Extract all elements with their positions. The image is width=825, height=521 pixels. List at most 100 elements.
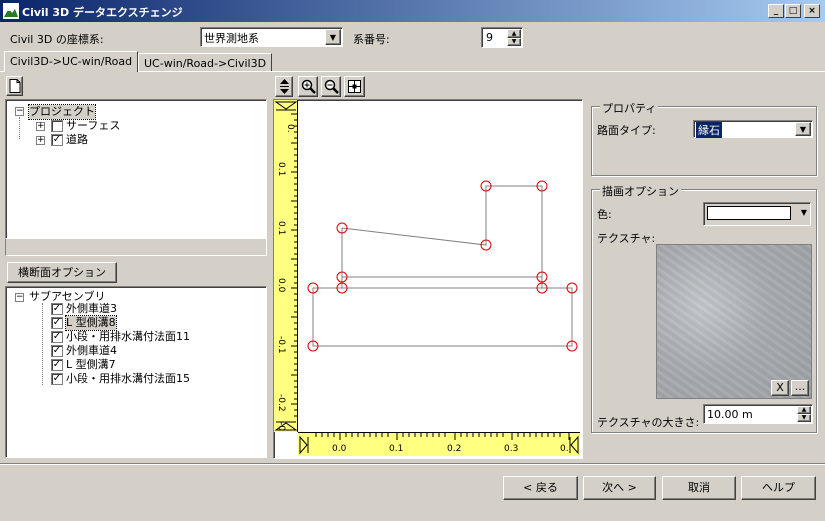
minimize-button[interactable]: _: [768, 4, 784, 18]
tree-item-subassembly[interactable]: 小段・用排水溝付法面11: [66, 330, 190, 344]
app-icon: [3, 3, 19, 19]
window-title: Civil 3D データエクスチェンジ: [22, 6, 183, 19]
help-button[interactable]: ヘルプ: [741, 476, 816, 500]
spin-down-icon[interactable]: ▼: [797, 414, 811, 422]
vertical-ruler-ticks: 0. 0.1 0.1 0.0 -0.1 -0.2 -0.3: [274, 101, 298, 432]
texture-pattern: [657, 245, 811, 398]
zone-number-value: 9: [486, 31, 493, 44]
chevron-down-icon[interactable]: ▼: [795, 122, 811, 136]
checkbox-subassembly[interactable]: ✓: [51, 303, 63, 315]
subassembly-outline: [341, 185, 543, 278]
texture-label: テクスチャ:: [597, 232, 656, 245]
zone-number-stepper[interactable]: 9 ▲ ▼: [481, 27, 523, 48]
tree-item-subassembly[interactable]: 外側車道4: [66, 344, 117, 358]
x-tick: 0.0: [332, 444, 347, 454]
tab-civil3d-to-ucwin[interactable]: Civil3D->UC-win/Road: [4, 51, 139, 72]
maximize-button[interactable]: □: [785, 4, 801, 18]
coord-system-value: 世界測地系: [204, 32, 259, 45]
surface-type-select[interactable]: 縁石 ▼: [693, 120, 813, 138]
checkbox-subassembly[interactable]: ✓: [51, 317, 63, 329]
chevron-down-icon[interactable]: ▼: [801, 208, 807, 217]
close-button[interactable]: ×: [804, 4, 820, 18]
texture-preview: X ...: [656, 244, 812, 399]
new-document-icon: [9, 79, 21, 93]
x-tick: 0.2: [447, 444, 461, 454]
x-tick: 0.3: [504, 444, 518, 454]
zoom-in-icon: [301, 79, 316, 94]
y-tick: 0.1: [276, 221, 286, 235]
color-picker[interactable]: ▼: [703, 202, 811, 226]
cross-section-options-button[interactable]: 横断面オプション: [7, 262, 117, 283]
checkbox-subassembly[interactable]: ✓: [51, 331, 63, 343]
coord-system-select[interactable]: 世界測地系 ▼: [200, 27, 343, 47]
spin-down-icon[interactable]: ▼: [507, 38, 521, 46]
y-tick: 0.1: [276, 162, 286, 176]
subassembly-tree[interactable]: − サブアセンブリ ✓ 外側車道3 ✓ L 型側溝8 ✓ 小段・用排水溝付法面1…: [5, 286, 267, 458]
x-tick: 0.1: [389, 444, 403, 454]
new-document-button[interactable]: [6, 76, 23, 96]
checkbox-surface[interactable]: [51, 120, 63, 132]
y-tick: -0.2: [276, 394, 286, 412]
cross-section-drawing[interactable]: [299, 100, 581, 432]
checkbox-subassembly[interactable]: ✓: [51, 345, 63, 357]
pan-vertical-button[interactable]: [275, 76, 293, 97]
checkbox-road[interactable]: ✓: [51, 134, 63, 146]
tree-item-road[interactable]: 道路: [66, 133, 88, 147]
tree-line: [42, 303, 43, 385]
section-viewer[interactable]: 0. 0.1 0.1 0.0 -0.1 -0.2 -0.3 0.0 0.1 0.…: [273, 99, 583, 459]
expand-icon[interactable]: +: [36, 122, 45, 131]
zoom-extents-button[interactable]: [344, 76, 365, 97]
collapse-icon[interactable]: −: [15, 293, 24, 302]
texture-size-label: テクスチャの大きさ:: [597, 416, 700, 429]
subassembly-outline: [312, 276, 573, 347]
horizontal-ruler: 0.0 0.1 0.2 0.3 0.: [298, 432, 580, 456]
tree-line: [19, 117, 20, 139]
browse-texture-button[interactable]: ...: [791, 380, 809, 396]
horizontal-ruler-ticks: 0.0 0.1 0.2 0.3 0.: [299, 433, 579, 455]
tree-root-project[interactable]: プロジェクト: [28, 104, 96, 120]
collapse-icon[interactable]: −: [15, 107, 24, 116]
vertical-arrows-icon: [280, 79, 289, 94]
tree-item-subassembly[interactable]: L 型側溝8: [65, 315, 117, 331]
vertical-ruler: 0. 0.1 0.1 0.0 -0.1 -0.2 -0.3: [274, 100, 298, 432]
drawing-options-group-title: 描画オプション: [600, 183, 681, 199]
y-tick: -0.3: [276, 422, 286, 432]
tab-ucwin-to-civil3d[interactable]: UC-win/Road->Civil3D: [138, 53, 273, 72]
spin-up-icon[interactable]: ▲: [797, 406, 811, 414]
project-tree[interactable]: − プロジェクト + サーフェス + ✓ 道路: [5, 99, 267, 239]
properties-group-title: プロパティ: [600, 100, 659, 116]
zoom-in-button[interactable]: [298, 76, 318, 97]
y-tick: -0.1: [276, 336, 286, 354]
expand-icon[interactable]: +: [36, 136, 45, 145]
spin-up-icon[interactable]: ▲: [507, 29, 521, 38]
color-swatch: [707, 206, 791, 220]
texture-size-stepper[interactable]: 10.00 m ▲ ▼: [703, 404, 813, 424]
checkbox-subassembly[interactable]: ✓: [51, 373, 63, 385]
color-label: 色:: [597, 208, 612, 221]
texture-size-value: 10.00 m: [707, 408, 753, 421]
title-bar: Civil 3D データエクスチェンジ _ □ ×: [0, 0, 825, 22]
zoom-out-button[interactable]: [321, 76, 341, 97]
x-tick: 0.: [560, 444, 569, 454]
y-tick-top: 0.: [285, 124, 295, 133]
horizontal-scrollbar[interactable]: [5, 239, 267, 256]
footer-divider: [0, 464, 825, 465]
tree-item-subassembly[interactable]: 外側車道3: [66, 302, 117, 316]
next-button[interactable]: 次へ >: [583, 476, 656, 500]
tree-item-subassembly[interactable]: L 型側溝7: [66, 358, 116, 372]
properties-group: プロパティ 路面タイプ: 縁石 ▼: [591, 100, 817, 176]
zoom-extents-icon: [348, 80, 361, 93]
surface-type-label: 路面タイプ:: [597, 124, 656, 137]
tree-item-surface[interactable]: サーフェス: [66, 119, 120, 133]
zone-number-label: 系番号:: [353, 33, 390, 46]
cancel-button[interactable]: 取消: [662, 476, 736, 500]
drawing-options-group: 描画オプション 色: ▼ テクスチャ: X ... テクスチャの大きさ: 10.…: [591, 183, 817, 433]
tree-item-subassembly[interactable]: 小段・用排水溝付法面15: [66, 372, 190, 386]
back-button[interactable]: < 戻る: [503, 476, 578, 500]
y-tick: 0.0: [276, 278, 286, 293]
coord-system-label: Civil 3D の座標系:: [10, 33, 104, 46]
checkbox-subassembly[interactable]: ✓: [51, 359, 63, 371]
chevron-down-icon[interactable]: ▼: [325, 29, 341, 45]
clear-texture-button[interactable]: X: [771, 380, 789, 396]
surface-type-value: 縁石: [696, 122, 722, 138]
